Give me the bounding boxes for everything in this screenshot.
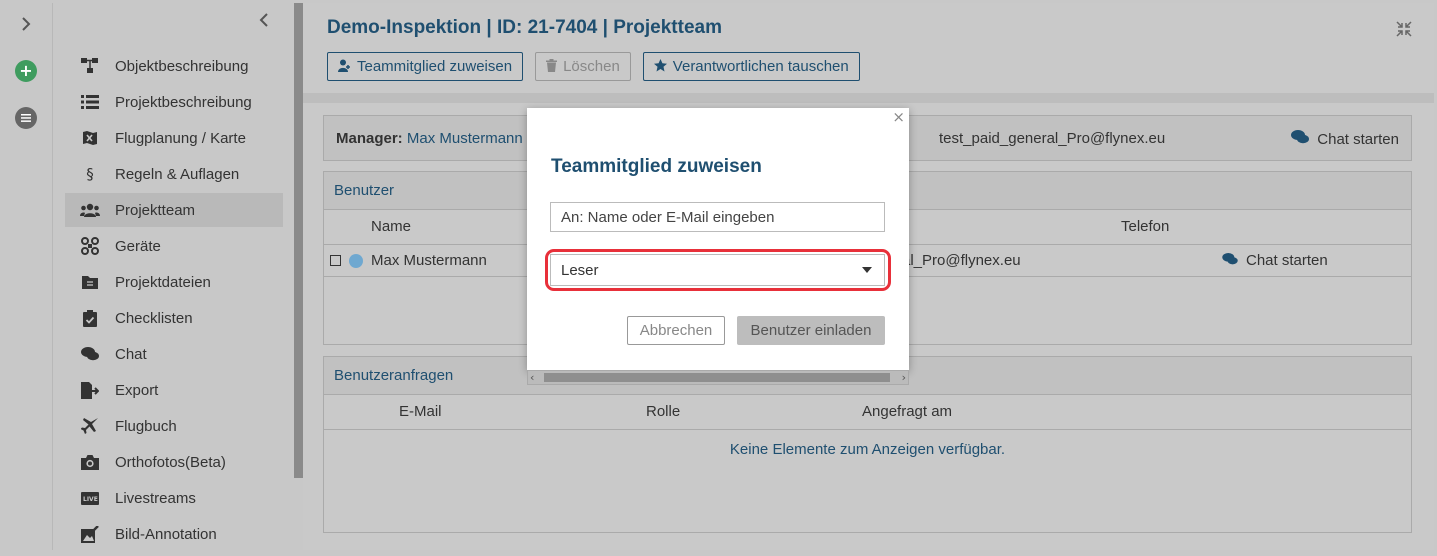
nav-item-objektbeschreibung[interactable]: Objektbeschreibung bbox=[65, 49, 283, 83]
swap-responsible-button[interactable]: Verantwortlichen tauschen bbox=[642, 52, 860, 81]
nav-item-bild-annotation[interactable]: Bild-Annotation bbox=[65, 517, 283, 551]
row-checkbox[interactable] bbox=[330, 255, 341, 266]
column-header-requested: Angefragt am bbox=[862, 403, 953, 420]
manager-label: Manager: Max Mustermann bbox=[336, 130, 523, 147]
nav-item-orthofotos[interactable]: Orthofotos(Beta) bbox=[65, 445, 283, 479]
toolbar: Teammitglied zuweisen Löschen Verantwort… bbox=[327, 52, 860, 81]
drone-icon bbox=[80, 236, 100, 256]
collapse-chevron-left-icon[interactable] bbox=[259, 11, 269, 32]
star-icon bbox=[653, 58, 667, 75]
user-avatar bbox=[349, 253, 363, 268]
left-rail: + bbox=[3, 3, 53, 550]
svg-text:LIVE: LIVE bbox=[83, 496, 98, 503]
nav-item-label: Flugbuch bbox=[115, 417, 177, 435]
user-chat-button[interactable]: Chat starten bbox=[1222, 252, 1328, 269]
column-header-email: E-Mail bbox=[399, 403, 442, 420]
nav-item-label: Regeln & Auflagen bbox=[115, 165, 240, 183]
nav-item-flugplanung-karte[interactable]: Flugplanung / Karte bbox=[65, 121, 283, 155]
nav-item-label: Geräte bbox=[115, 237, 161, 255]
nav-item-label: Bild-Annotation bbox=[115, 525, 217, 543]
chat-icon bbox=[80, 344, 100, 364]
live-icon: LIVE bbox=[80, 488, 100, 508]
column-header-role: Rolle bbox=[646, 403, 681, 420]
swap-responsible-label: Verantwortlichen tauschen bbox=[672, 58, 849, 75]
expand-chevron-right-icon[interactable] bbox=[15, 13, 37, 35]
nav-item-regeln-auflagen[interactable]: § Regeln & Auflagen bbox=[65, 157, 283, 191]
dialog-title: Teammitglied zuweisen bbox=[551, 156, 762, 177]
header-row-divider bbox=[324, 429, 1411, 430]
nav-item-label: Flugplanung / Karte bbox=[115, 129, 246, 147]
compress-icon[interactable] bbox=[1396, 21, 1412, 41]
list-icon bbox=[80, 92, 100, 112]
page-title: Demo-Inspektion | ID: 21-7404 | Projektt… bbox=[327, 17, 722, 38]
scroll-left-icon[interactable]: ‹ bbox=[530, 371, 534, 384]
empty-state-message: Keine Elemente zum Anzeigen verfügbar. bbox=[729, 441, 1006, 458]
nav-item-livestreams[interactable]: LIVE Livestreams bbox=[65, 481, 283, 515]
scrollbar-thumb[interactable] bbox=[544, 373, 890, 382]
nav-item-label: Objektbeschreibung bbox=[115, 57, 249, 75]
folder-icon bbox=[80, 272, 100, 292]
user-email: al_Pro@flynex.eu bbox=[902, 252, 1021, 269]
list-menu-icon[interactable] bbox=[15, 107, 37, 129]
header-divider bbox=[303, 93, 1434, 103]
nav-item-chat[interactable]: Chat bbox=[65, 337, 283, 371]
hierarchy-icon bbox=[80, 56, 100, 76]
table-row[interactable]: Max Mustermann bbox=[330, 252, 487, 269]
section-sign-icon: § bbox=[86, 165, 94, 183]
nav-item-label: Checklisten bbox=[115, 309, 193, 327]
manager-email: test_paid_general_Pro@flynex.eu bbox=[939, 130, 1166, 147]
chat-start-label: Chat starten bbox=[1317, 130, 1399, 148]
nav-item-label: Projektdateien bbox=[115, 273, 211, 291]
assign-member-button[interactable]: Teammitglied zuweisen bbox=[327, 52, 524, 81]
nav-item-projektteam[interactable]: Projektteam bbox=[65, 193, 283, 227]
nav-item-label: Export bbox=[115, 381, 159, 399]
invite-user-button[interactable]: Benutzer einladen bbox=[737, 316, 885, 345]
nav-item-label: Chat bbox=[115, 345, 147, 363]
manager-label-text: Manager: bbox=[336, 130, 403, 147]
caret-down-icon bbox=[862, 267, 872, 273]
manager-chat-button[interactable]: Chat starten bbox=[1291, 130, 1399, 148]
clipboard-check-icon bbox=[80, 308, 100, 328]
recipient-input[interactable] bbox=[550, 202, 885, 232]
nav-item-projektdateien[interactable]: Projektdateien bbox=[65, 265, 283, 299]
users-icon bbox=[80, 200, 100, 220]
add-plus-icon[interactable]: + bbox=[15, 60, 37, 82]
manager-name[interactable]: Max Mustermann bbox=[407, 130, 523, 147]
assign-member-label: Teammitglied zuweisen bbox=[357, 58, 513, 75]
assign-member-dialog: × Teammitglied zuweisen Leser Abbrechen … bbox=[527, 108, 909, 370]
delete-button[interactable]: Löschen bbox=[535, 52, 631, 81]
nav-item-projektbeschreibung[interactable]: Projektbeschreibung bbox=[65, 85, 283, 119]
export-icon bbox=[80, 380, 100, 400]
camera-icon bbox=[80, 452, 100, 472]
chat-icon bbox=[1291, 130, 1310, 148]
nav-item-export[interactable]: Export bbox=[65, 373, 283, 407]
close-icon[interactable]: × bbox=[892, 108, 905, 126]
delete-label: Löschen bbox=[563, 58, 620, 75]
role-select-value: Leser bbox=[561, 261, 599, 279]
map-icon bbox=[80, 128, 100, 148]
column-header-phone: Telefon bbox=[1121, 218, 1170, 235]
nav-item-label: Livestreams bbox=[115, 489, 196, 507]
nav-item-label: Orthofotos(Beta) bbox=[115, 453, 226, 471]
image-annotate-icon bbox=[80, 524, 100, 544]
sidebar-scrollbar[interactable] bbox=[294, 3, 303, 478]
project-nav-sidebar: Objektbeschreibung Projektbeschreibung F… bbox=[65, 3, 283, 550]
user-plus-icon bbox=[338, 59, 351, 75]
horizontal-scrollbar[interactable]: ‹ › bbox=[527, 370, 909, 385]
user-name: Max Mustermann bbox=[371, 252, 487, 269]
trash-icon bbox=[546, 58, 558, 75]
column-header-name: Name bbox=[371, 218, 412, 235]
nav-item-geraete[interactable]: Geräte bbox=[65, 229, 283, 263]
nav-item-flugbuch[interactable]: Flugbuch bbox=[65, 409, 283, 443]
chat-icon bbox=[1222, 252, 1238, 269]
scroll-right-icon[interactable]: › bbox=[902, 371, 906, 384]
nav-item-label: Projektteam bbox=[115, 201, 196, 219]
plane-icon bbox=[80, 416, 100, 436]
cancel-button[interactable]: Abbrechen bbox=[627, 316, 725, 345]
role-select[interactable]: Leser bbox=[550, 254, 885, 286]
chat-start-label: Chat starten bbox=[1246, 252, 1328, 269]
nav-item-label: Projektbeschreibung bbox=[115, 93, 252, 111]
nav-item-checklisten[interactable]: Checklisten bbox=[65, 301, 283, 335]
